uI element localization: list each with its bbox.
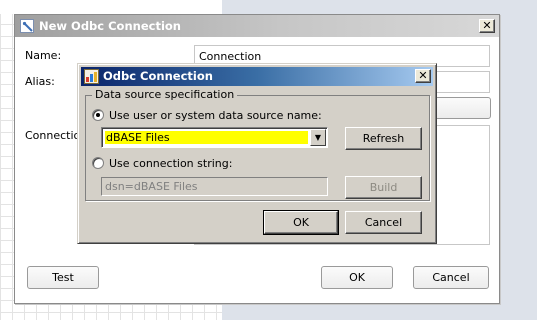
odbc-ok-button[interactable]: OK xyxy=(263,210,339,235)
connection-string-input: dsn=dBASE Files xyxy=(101,177,328,196)
connection-string-option-label[interactable]: Use connection string: xyxy=(109,157,232,170)
build-button: Build xyxy=(345,176,422,199)
dsn-option-label[interactable]: Use user or system data source name: xyxy=(109,109,322,122)
dsn-radio[interactable] xyxy=(92,109,104,121)
odbc-dialog-close-button[interactable]: ✕ xyxy=(415,69,431,83)
odbc-connection-dialog: Odbc Connection ✕ Data source specificat… xyxy=(77,63,437,244)
odbc-dialog-titlebar[interactable]: Odbc Connection ✕ xyxy=(81,67,433,86)
connection-string-radio[interactable] xyxy=(92,157,104,169)
main-cancel-button[interactable]: Cancel xyxy=(413,266,489,289)
radio-selected-dot xyxy=(96,113,100,117)
refresh-button[interactable]: Refresh xyxy=(345,127,422,150)
main-dialog-titlebar[interactable]: New Odbc Connection ✕ xyxy=(15,15,499,37)
main-dialog-title: New Odbc Connection xyxy=(39,19,181,33)
dsn-selected-value: dBASE Files xyxy=(105,131,308,144)
dsn-combobox[interactable]: dBASE Files ▼ xyxy=(101,127,328,148)
alias-label: Alias: xyxy=(25,75,55,88)
data-source-group-label: Data source specification xyxy=(92,88,238,101)
odbc-dialog-title: Odbc Connection xyxy=(103,69,213,83)
connection-icon xyxy=(20,19,34,33)
odbc-cancel-button[interactable]: Cancel xyxy=(345,211,422,234)
main-dialog-close-button[interactable]: ✕ xyxy=(479,19,495,33)
canvas-top-blank xyxy=(0,0,222,14)
chevron-down-icon[interactable]: ▼ xyxy=(310,129,326,146)
test-button[interactable]: Test xyxy=(27,266,99,289)
main-ok-button[interactable]: OK xyxy=(321,266,393,289)
name-label: Name: xyxy=(25,49,62,62)
odbc-app-icon xyxy=(84,69,99,84)
